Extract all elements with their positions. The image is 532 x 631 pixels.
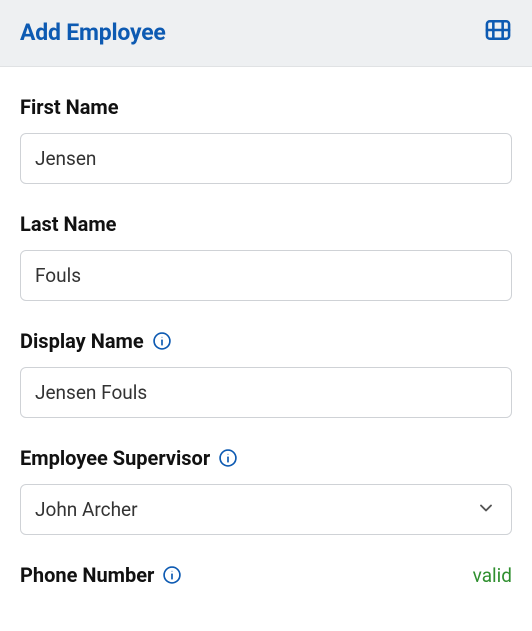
field-label-row: Last Name xyxy=(20,212,512,236)
info-icon[interactable] xyxy=(162,565,182,585)
video-icon[interactable] xyxy=(484,16,512,48)
field-phone: Phone Number valid xyxy=(20,563,512,587)
last-name-input[interactable] xyxy=(20,250,512,301)
field-label-row: First Name xyxy=(20,95,512,119)
field-supervisor: Employee Supervisor xyxy=(20,446,512,535)
phone-status: valid xyxy=(473,564,512,587)
supervisor-label: Employee Supervisor xyxy=(20,446,210,470)
first-name-label: First Name xyxy=(20,95,119,119)
field-label-row: Phone Number valid xyxy=(20,563,512,587)
info-icon[interactable] xyxy=(152,331,172,351)
display-name-input[interactable] xyxy=(20,367,512,418)
field-display-name: Display Name xyxy=(20,329,512,418)
supervisor-select[interactable] xyxy=(20,484,512,535)
supervisor-select-wrap xyxy=(20,484,512,535)
page-title: Add Employee xyxy=(20,19,166,46)
field-label-row: Display Name xyxy=(20,329,512,353)
field-label-row: Employee Supervisor xyxy=(20,446,512,470)
info-icon[interactable] xyxy=(218,448,238,468)
phone-label: Phone Number xyxy=(20,563,154,587)
field-first-name: First Name xyxy=(20,95,512,184)
form-area: First Name Last Name Display Name Employ… xyxy=(0,67,532,587)
last-name-label: Last Name xyxy=(20,212,116,236)
page-header: Add Employee xyxy=(0,0,532,67)
field-last-name: Last Name xyxy=(20,212,512,301)
first-name-input[interactable] xyxy=(20,133,512,184)
display-name-label: Display Name xyxy=(20,329,144,353)
